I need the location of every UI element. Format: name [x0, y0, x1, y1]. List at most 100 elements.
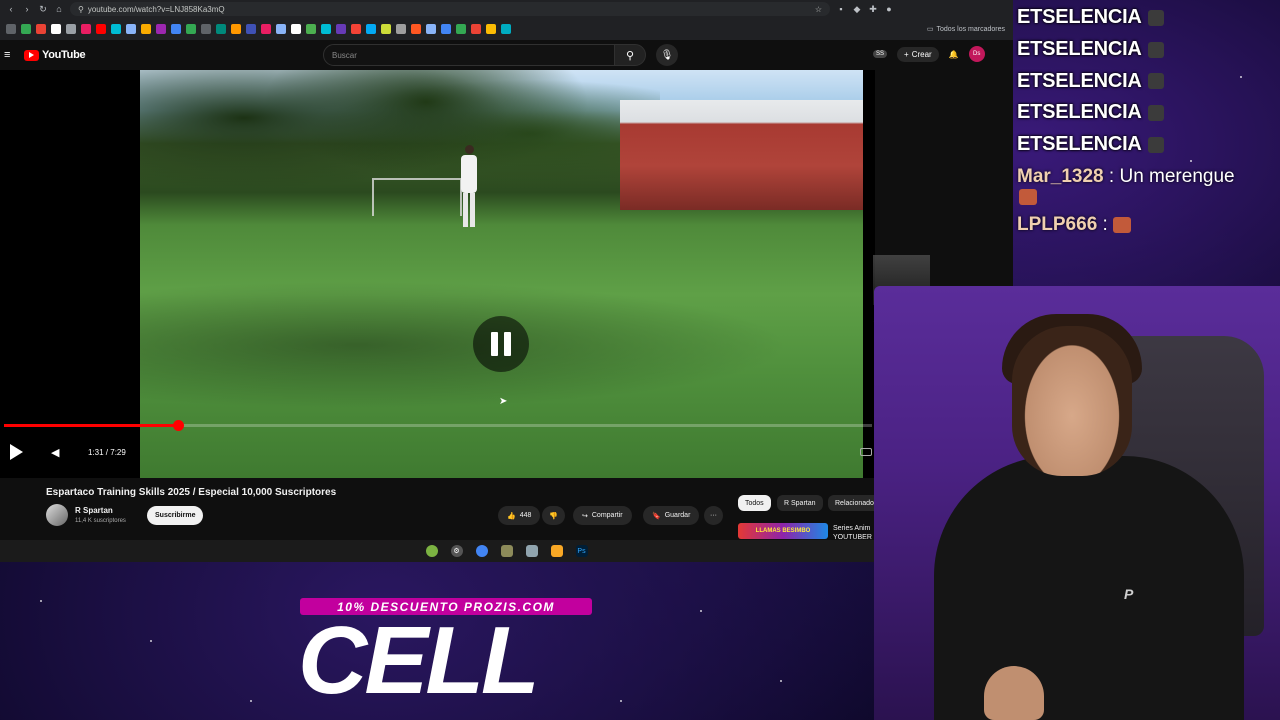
notifications-bell-icon[interactable]: 🔔 — [949, 50, 959, 59]
create-button[interactable]: + Crear — [897, 46, 939, 62]
dislike-button[interactable]: 👎 — [542, 506, 565, 525]
mouse-cursor-icon: ➤ — [499, 396, 508, 407]
bookmark-icon[interactable] — [111, 24, 121, 34]
folder-icon: ▭ — [926, 26, 934, 33]
more-icon: ··· — [710, 512, 717, 519]
whatsapp-app-icon[interactable] — [425, 545, 438, 557]
emote-icon — [1019, 189, 1037, 206]
forward-icon[interactable]: › — [22, 4, 32, 14]
bookmark-icon[interactable] — [141, 24, 151, 34]
video-goal — [372, 178, 462, 216]
bookmark-icon[interactable] — [411, 24, 421, 34]
photoshop-app-icon[interactable]: Ps — [575, 545, 588, 557]
bookmark-icon[interactable] — [36, 24, 46, 34]
settings-toggle-icon[interactable] — [860, 448, 872, 456]
bookmark-icon[interactable] — [51, 24, 61, 34]
bookmark-icon[interactable] — [336, 24, 346, 34]
related-video-thumbnail[interactable]: LLAMAS BESIMBO — [738, 523, 828, 539]
bookmark-icon[interactable] — [171, 24, 181, 34]
bookmark-icon[interactable] — [186, 24, 196, 34]
extension-icon[interactable]: ▪ — [836, 4, 846, 14]
extensions-puzzle-icon[interactable]: ✚ — [868, 4, 878, 14]
all-bookmarks-folder[interactable]: ▭ Todos los marcadores — [926, 25, 1013, 34]
channel-avatar[interactable] — [46, 504, 68, 526]
chat-message: ETSELENCIA — [1017, 97, 1277, 129]
bookmark-icon[interactable] — [351, 24, 361, 34]
share-button[interactable]: ↪ Compartir — [573, 506, 632, 525]
star — [40, 600, 42, 602]
video-player[interactable]: ➤ — [0, 70, 875, 478]
site-info-icon[interactable]: ⚲ — [78, 5, 84, 14]
video-progress-bar[interactable] — [4, 420, 872, 431]
bookmark-icon[interactable] — [501, 24, 511, 34]
chip-related[interactable]: Relacionado — [828, 495, 881, 511]
profile-icon[interactable]: ● — [884, 4, 894, 14]
play-icon[interactable] — [10, 444, 23, 460]
microphone-icon: 🎙 — [660, 49, 674, 61]
bookmark-icon[interactable] — [261, 24, 271, 34]
bookmark-icon[interactable] — [156, 24, 166, 34]
ss-badge[interactable]: SS — [873, 50, 888, 58]
bookmark-icon[interactable] — [486, 24, 496, 34]
bookmark-icon[interactable] — [366, 24, 376, 34]
bookmark-star-icon[interactable]: ☆ — [815, 5, 822, 14]
more-actions-button[interactable]: ··· — [704, 506, 723, 525]
bookmark-icon[interactable] — [291, 24, 301, 34]
pause-icon-bar — [504, 332, 511, 356]
bookmark-icon[interactable] — [246, 24, 256, 34]
bookmark-icon[interactable] — [231, 24, 241, 34]
account-avatar[interactable]: Ds — [968, 46, 985, 62]
bookmark-icon[interactable] — [81, 24, 91, 34]
bookmark-icon[interactable] — [306, 24, 316, 34]
chat-message: LPLP666 : — [1017, 214, 1277, 236]
pause-overlay-button[interactable] — [473, 316, 529, 372]
voice-search-button[interactable]: 🎙 — [656, 44, 678, 66]
channel-name[interactable]: R Spartan — [75, 506, 113, 515]
bookmark-icon[interactable] — [126, 24, 136, 34]
bookmark-icon[interactable] — [471, 24, 481, 34]
search-button[interactable]: ⚲ — [614, 44, 646, 66]
bookmark-icon[interactable] — [426, 24, 436, 34]
chip-channel[interactable]: R Spartan — [777, 495, 823, 511]
bookmark-icon[interactable] — [276, 24, 286, 34]
hamburger-menu-icon[interactable]: ≡ — [4, 49, 16, 61]
bookmark-icon[interactable] — [441, 24, 451, 34]
subscribe-button[interactable]: Suscribirme — [147, 506, 204, 525]
bookmark-icon[interactable] — [456, 24, 466, 34]
reload-icon[interactable]: ↻ — [38, 4, 48, 14]
youtube-logo[interactable]: YouTube — [24, 49, 86, 61]
video-frame[interactable] — [140, 70, 863, 478]
bookmark-icon[interactable] — [216, 24, 226, 34]
extension-icon[interactable]: ◆ — [852, 4, 862, 14]
app-icon[interactable] — [525, 545, 538, 557]
address-bar-row: ‹ › ↻ ⌂ ⚲ youtube.com/watch?v=LNJ858Ka3m… — [0, 0, 1013, 18]
related-video-title[interactable]: Series Anim YOUTUBER — [833, 524, 875, 540]
chat-text: ETSELENCIA — [1017, 69, 1142, 92]
settings-app-icon[interactable]: ⚙ — [450, 545, 463, 557]
search-input[interactable]: Buscar — [323, 44, 615, 66]
youtube-play-logo-icon — [24, 49, 39, 61]
create-label: Crear — [911, 49, 932, 59]
chip-todos[interactable]: Todos — [738, 495, 771, 511]
bookmark-icon[interactable] — [96, 24, 106, 34]
bookmark-icon[interactable] — [381, 24, 391, 34]
bookmark-icon[interactable] — [66, 24, 76, 34]
back-icon[interactable]: ‹ — [6, 4, 16, 14]
address-bar[interactable]: ⚲ youtube.com/watch?v=LNJ858Ka3mQ ☆ — [70, 2, 830, 16]
volume-icon[interactable]: ◀ — [51, 446, 59, 459]
bookmark-icon[interactable] — [21, 24, 31, 34]
like-button[interactable]: 👍 448 — [498, 506, 541, 525]
chrome-app-icon[interactable] — [475, 545, 488, 557]
bookmark-icon[interactable] — [201, 24, 211, 34]
app-icon[interactable] — [500, 545, 513, 557]
save-button[interactable]: 🔖 Guardar — [643, 506, 700, 525]
star — [150, 640, 152, 642]
folder-app-icon[interactable] — [550, 545, 563, 557]
home-icon[interactable]: ⌂ — [54, 4, 64, 14]
bookmark-icon[interactable] — [321, 24, 331, 34]
progress-scrubber[interactable] — [172, 420, 184, 431]
bookmark-icon[interactable] — [6, 24, 16, 34]
thumbs-up-icon: 👍 — [507, 512, 516, 520]
chat-text: Un merengue — [1119, 166, 1235, 188]
bookmark-icon[interactable] — [396, 24, 406, 34]
